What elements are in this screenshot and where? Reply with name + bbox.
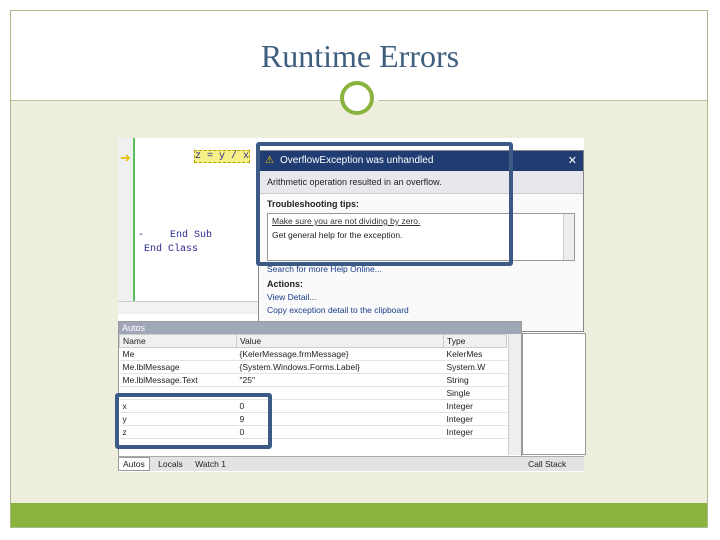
variable-type: System.W (443, 360, 507, 374)
variable-value: "25" (236, 373, 444, 387)
side-pane (522, 333, 586, 455)
variable-type: Integer (443, 412, 507, 426)
variable-type: Single (443, 386, 507, 400)
circle-ornament (340, 81, 374, 115)
view-detail-link[interactable]: View Detail... (259, 292, 583, 302)
variable-name: Me.lblMessage.Text (119, 373, 237, 387)
collapse-marker[interactable]: - (138, 230, 144, 241)
column-header-type[interactable]: Type (443, 334, 507, 348)
highlight-box-dialog (256, 142, 513, 266)
column-header-name[interactable]: Name (119, 334, 237, 348)
code-end-sub: End Sub (170, 230, 213, 241)
variable-value: {System.Windows.Forms.Label} (236, 360, 444, 374)
current-line-arrow-icon: ➔ (120, 150, 131, 165)
footer-bar (11, 503, 707, 527)
tab-call-stack[interactable]: Call Stack (524, 458, 570, 470)
variable-name: Me (119, 347, 237, 361)
close-icon[interactable]: ✕ (568, 151, 577, 171)
autos-title: Autos (119, 322, 521, 334)
copy-detail-link[interactable]: Copy exception detail to the clipboard (259, 305, 583, 315)
table-row[interactable]: Me.lblMessage.Text "25" String (119, 373, 507, 387)
highlighted-statement[interactable]: z = y / x (194, 150, 251, 163)
tab-locals[interactable]: Locals (154, 458, 187, 470)
debug-tabs: Autos Locals Watch 1 Call Stack (118, 456, 584, 471)
variable-value: {KelerMessage.frmMessage} (236, 347, 444, 361)
autos-scrollbar[interactable] (508, 334, 521, 455)
column-header-value[interactable]: Value (236, 334, 444, 348)
page-title: Runtime Errors (260, 38, 460, 74)
code-end-class: End Class (144, 244, 199, 255)
table-row[interactable]: Me.lblMessage {System.Windows.Forms.Label… (119, 360, 507, 374)
tab-watch[interactable]: Watch 1 (191, 458, 230, 470)
variable-type: String (443, 373, 507, 387)
table-row[interactable]: Me {KelerMessage.frmMessage} KelerMes (119, 347, 507, 361)
variable-type: Integer (443, 425, 507, 439)
variable-type: Integer (443, 399, 507, 413)
actions-label: Actions: (267, 279, 303, 289)
tips-scrollbar[interactable] (563, 214, 574, 260)
tab-autos[interactable]: Autos (118, 457, 150, 471)
variable-name: Me.lblMessage (119, 360, 237, 374)
variable-type: KelerMes (443, 347, 507, 361)
highlight-box-variables (115, 393, 272, 449)
